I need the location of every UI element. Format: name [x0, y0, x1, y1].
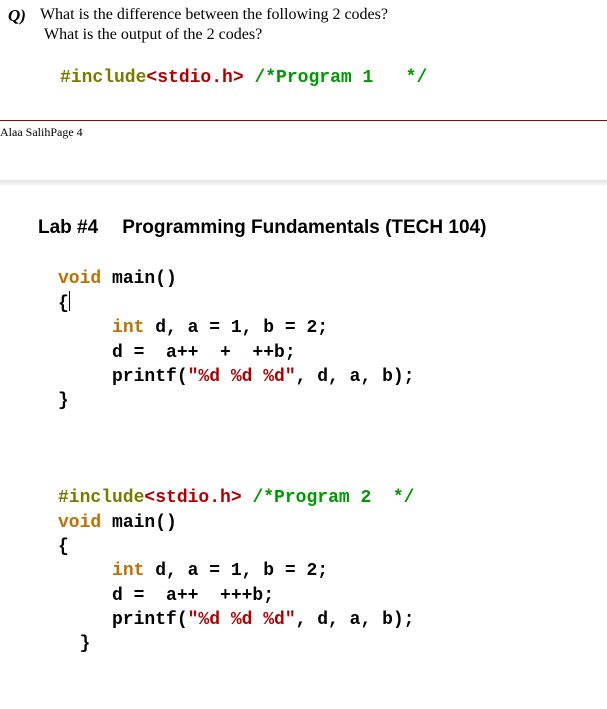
lab-header: Lab #4Programming Fundamentals (TECH 104… [0, 217, 607, 239]
document-page: Q) What is the difference between the fo… [0, 0, 607, 657]
string-literal: "%d %d %d" [188, 367, 296, 387]
keyword-int: int [112, 318, 144, 338]
keyword-int: int [112, 561, 144, 581]
code-text: printf( [58, 367, 188, 387]
code-text: d, a = 1, b = 2; [144, 561, 328, 581]
text-sep [244, 68, 255, 88]
question-row: Q) What is the difference between the fo… [0, 0, 607, 26]
question-marker: Q) [6, 6, 40, 26]
preproc-directive: #include [58, 488, 144, 508]
text-cursor-icon [69, 291, 70, 311]
include-target: <stdio.h> [144, 488, 241, 508]
keyword-void: void [58, 269, 101, 289]
code-text: , d, a, b); [296, 610, 415, 630]
question-line-1: What is the difference between the follo… [40, 6, 388, 24]
program-1-include: #include<stdio.h> /*Program 1 */ [0, 44, 607, 112]
page-footer: Alaa SalihPage 4 [0, 121, 607, 140]
code-text: d, a = 1, b = 2; [144, 318, 328, 338]
code-text: d = a++ + ++b; [58, 343, 296, 363]
question-line-2: What is the output of the 2 codes? [0, 26, 607, 44]
lab-number: Lab #4 [38, 217, 122, 238]
code-text: printf( [58, 610, 188, 630]
code-text: d = a++ +++b; [58, 586, 274, 606]
code-text: { [58, 537, 69, 557]
code-text: { [58, 294, 69, 314]
code-text: main() [101, 513, 177, 533]
program-1-body: void main() { int d, a = 1, b = 2; d = a… [0, 239, 607, 657]
text-sep [242, 488, 253, 508]
spacer [0, 140, 607, 180]
code-text: } [58, 391, 69, 411]
string-literal: "%d %d %d" [188, 610, 296, 630]
comment: /*Program 1 */ [254, 68, 427, 88]
preproc-directive: #include [60, 68, 146, 88]
lab-title: Programming Fundamentals (TECH 104) [122, 217, 486, 238]
include-target: <stdio.h> [146, 68, 243, 88]
code-text: main() [101, 269, 177, 289]
code-text: , d, a, b); [296, 367, 415, 387]
code-text [58, 318, 112, 338]
comment: /*Program 2 */ [252, 488, 414, 508]
keyword-void: void [58, 513, 101, 533]
code-text: } [58, 634, 90, 654]
spacer [0, 187, 607, 217]
code-text [58, 561, 112, 581]
